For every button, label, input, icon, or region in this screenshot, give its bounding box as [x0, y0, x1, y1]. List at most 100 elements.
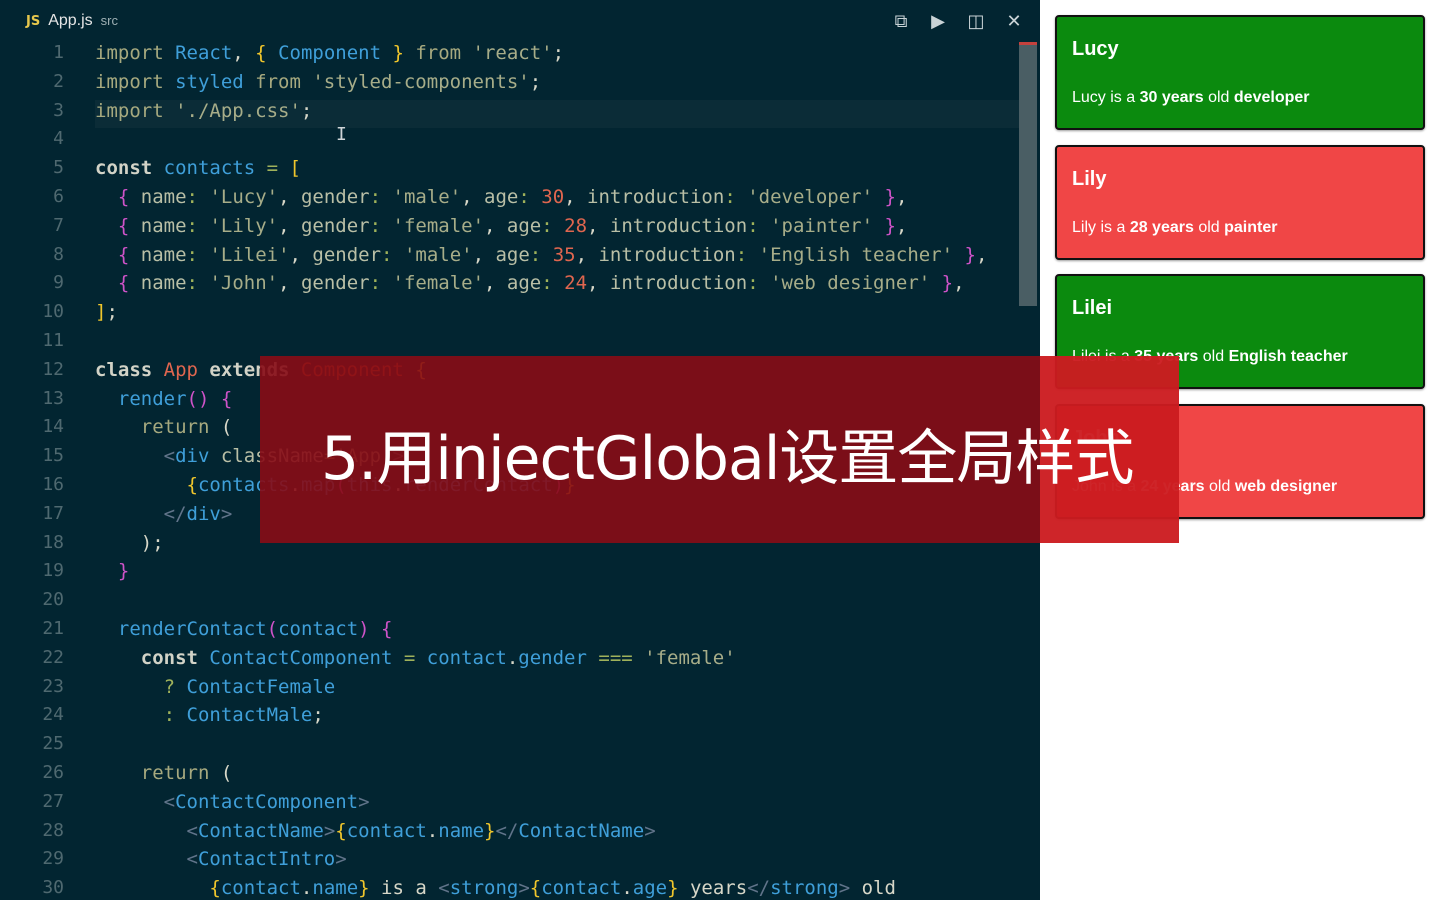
code-token: > — [838, 877, 851, 900]
code-token: years — [678, 877, 748, 900]
code-token: : — [163, 704, 187, 727]
code-line[interactable]: renderContact(contact) { — [95, 618, 1020, 647]
code-token: render — [117, 387, 187, 410]
code-line[interactable] — [95, 589, 1020, 618]
code-token: ContactMale — [186, 704, 313, 727]
code-token: > — [358, 790, 370, 813]
code-token: : — [529, 243, 553, 266]
contact-intro-job: web designer — [1234, 478, 1338, 495]
code-token: contact — [346, 819, 427, 842]
code-line[interactable]: { name: 'Lilei', gender: 'male', age: 35… — [95, 244, 1020, 273]
contact-intro-text: old — [1203, 89, 1234, 106]
contact-intro: Lily is a 28 years old painter — [1072, 219, 1277, 237]
split-view-icon[interactable]: ◫ — [965, 10, 987, 32]
text-cursor-icon: I — [336, 124, 347, 145]
line-number: 10 — [42, 301, 64, 323]
code-token: } — [930, 272, 954, 295]
code-token: gender — [312, 243, 382, 266]
code-token: contacts — [163, 157, 256, 180]
code-token: age — [506, 272, 542, 295]
code-token: gender — [300, 272, 370, 295]
file-tab[interactable]: JS App.js src — [26, 12, 118, 30]
code-line[interactable]: <ContactName>{contact.name}</ContactName… — [95, 820, 1020, 849]
code-token: < — [163, 445, 176, 468]
code-token: , — [895, 214, 908, 237]
code-token: ContactName — [197, 819, 324, 842]
code-line[interactable]: { name: 'John', gender: 'female', age: 2… — [95, 272, 1020, 301]
code-token: 'web designer' — [770, 272, 931, 295]
code-line[interactable] — [95, 128, 1020, 157]
code-token: gender — [518, 646, 587, 669]
code-token: styled — [175, 70, 244, 93]
code-line[interactable]: import styled from 'styled-components'; — [95, 71, 1020, 100]
contact-intro-text: old — [1193, 219, 1225, 236]
code-line[interactable]: return ( — [95, 762, 1020, 791]
code-line[interactable]: <ContactIntro> — [95, 848, 1020, 877]
code-token: } — [392, 42, 404, 64]
code-token: > — [644, 819, 656, 842]
code-token: , — [232, 42, 256, 64]
code-token: is a — [369, 877, 439, 900]
contact-intro: Lucy is a 30 years old developer — [1072, 89, 1310, 107]
contact-intro-name: Lily — [1072, 219, 1097, 236]
code-token: : — [747, 272, 771, 295]
code-token: introduction — [587, 185, 725, 208]
code-line[interactable] — [95, 330, 1020, 359]
code-token: 'styled-components' — [312, 70, 530, 93]
code-token: , — [278, 272, 301, 295]
contact-intro-text: old — [1198, 348, 1229, 365]
code-token: './App.css' — [175, 99, 301, 122]
code-line[interactable]: ? ContactFemale — [95, 676, 1020, 705]
code-token: ; — [312, 704, 324, 727]
code-token: name — [312, 877, 359, 900]
code-token: > — [323, 819, 336, 842]
code-token: } — [358, 877, 370, 900]
code-line[interactable]: const contacts = [ — [95, 157, 1020, 186]
code-token: introduction — [609, 214, 748, 237]
run-icon[interactable]: ▶ — [927, 10, 949, 32]
code-line[interactable]: { name: 'Lucy', gender: 'male', age: 30,… — [95, 186, 1020, 215]
line-number: 21 — [42, 617, 64, 639]
code-token: > — [335, 848, 347, 871]
code-token: strong — [449, 877, 519, 900]
code-token: } — [667, 877, 679, 900]
contact-card: Lucy Lucy is a 30 years old developer — [1055, 15, 1425, 130]
contact-intro-text: is a — [1096, 219, 1130, 236]
code-token: } — [873, 214, 896, 237]
code-line[interactable]: : ContactMale; — [95, 704, 1020, 733]
code-line[interactable]: <ContactComponent> — [95, 791, 1020, 820]
inspect-icon[interactable]: ⧉ — [890, 10, 912, 32]
code-line[interactable]: const ContactComponent = contact.gender … — [95, 647, 1020, 676]
code-line[interactable]: } — [95, 560, 1020, 589]
code-token: : — [735, 243, 759, 266]
close-icon[interactable]: ✕ — [1003, 10, 1025, 32]
code-token: name — [140, 214, 187, 237]
code-line[interactable] — [95, 733, 1020, 762]
code-line[interactable]: ]; — [95, 301, 1020, 330]
line-number: 28 — [42, 819, 64, 841]
line-number: 24 — [42, 704, 64, 726]
contact-intro-job: painter — [1224, 219, 1278, 236]
code-line[interactable]: import './App.css'; — [95, 99, 1020, 129]
code-line[interactable]: {contact.name} is a <strong>{contact.age… — [95, 877, 1020, 900]
code-line[interactable]: import React, { Component } from 'react'… — [95, 42, 1020, 71]
code-token: age — [506, 214, 542, 237]
code-token: = — [255, 157, 290, 180]
editor-tab-bar: JS App.js src ⧉ ▶ ◫ ✕ — [0, 0, 1040, 42]
code-token: === — [586, 646, 645, 669]
code-token: : — [369, 185, 393, 208]
line-number: 14 — [42, 416, 64, 438]
code-token: = — [392, 646, 427, 669]
code-token: . — [506, 646, 519, 669]
code-token: const — [140, 646, 210, 669]
code-line[interactable]: { name: 'Lily', gender: 'female', age: 2… — [95, 215, 1020, 244]
code-token: 'English teacher' — [758, 243, 954, 266]
code-token: . — [621, 877, 633, 900]
editor-scrollbar[interactable] — [1019, 42, 1037, 306]
code-token: , — [564, 185, 588, 208]
